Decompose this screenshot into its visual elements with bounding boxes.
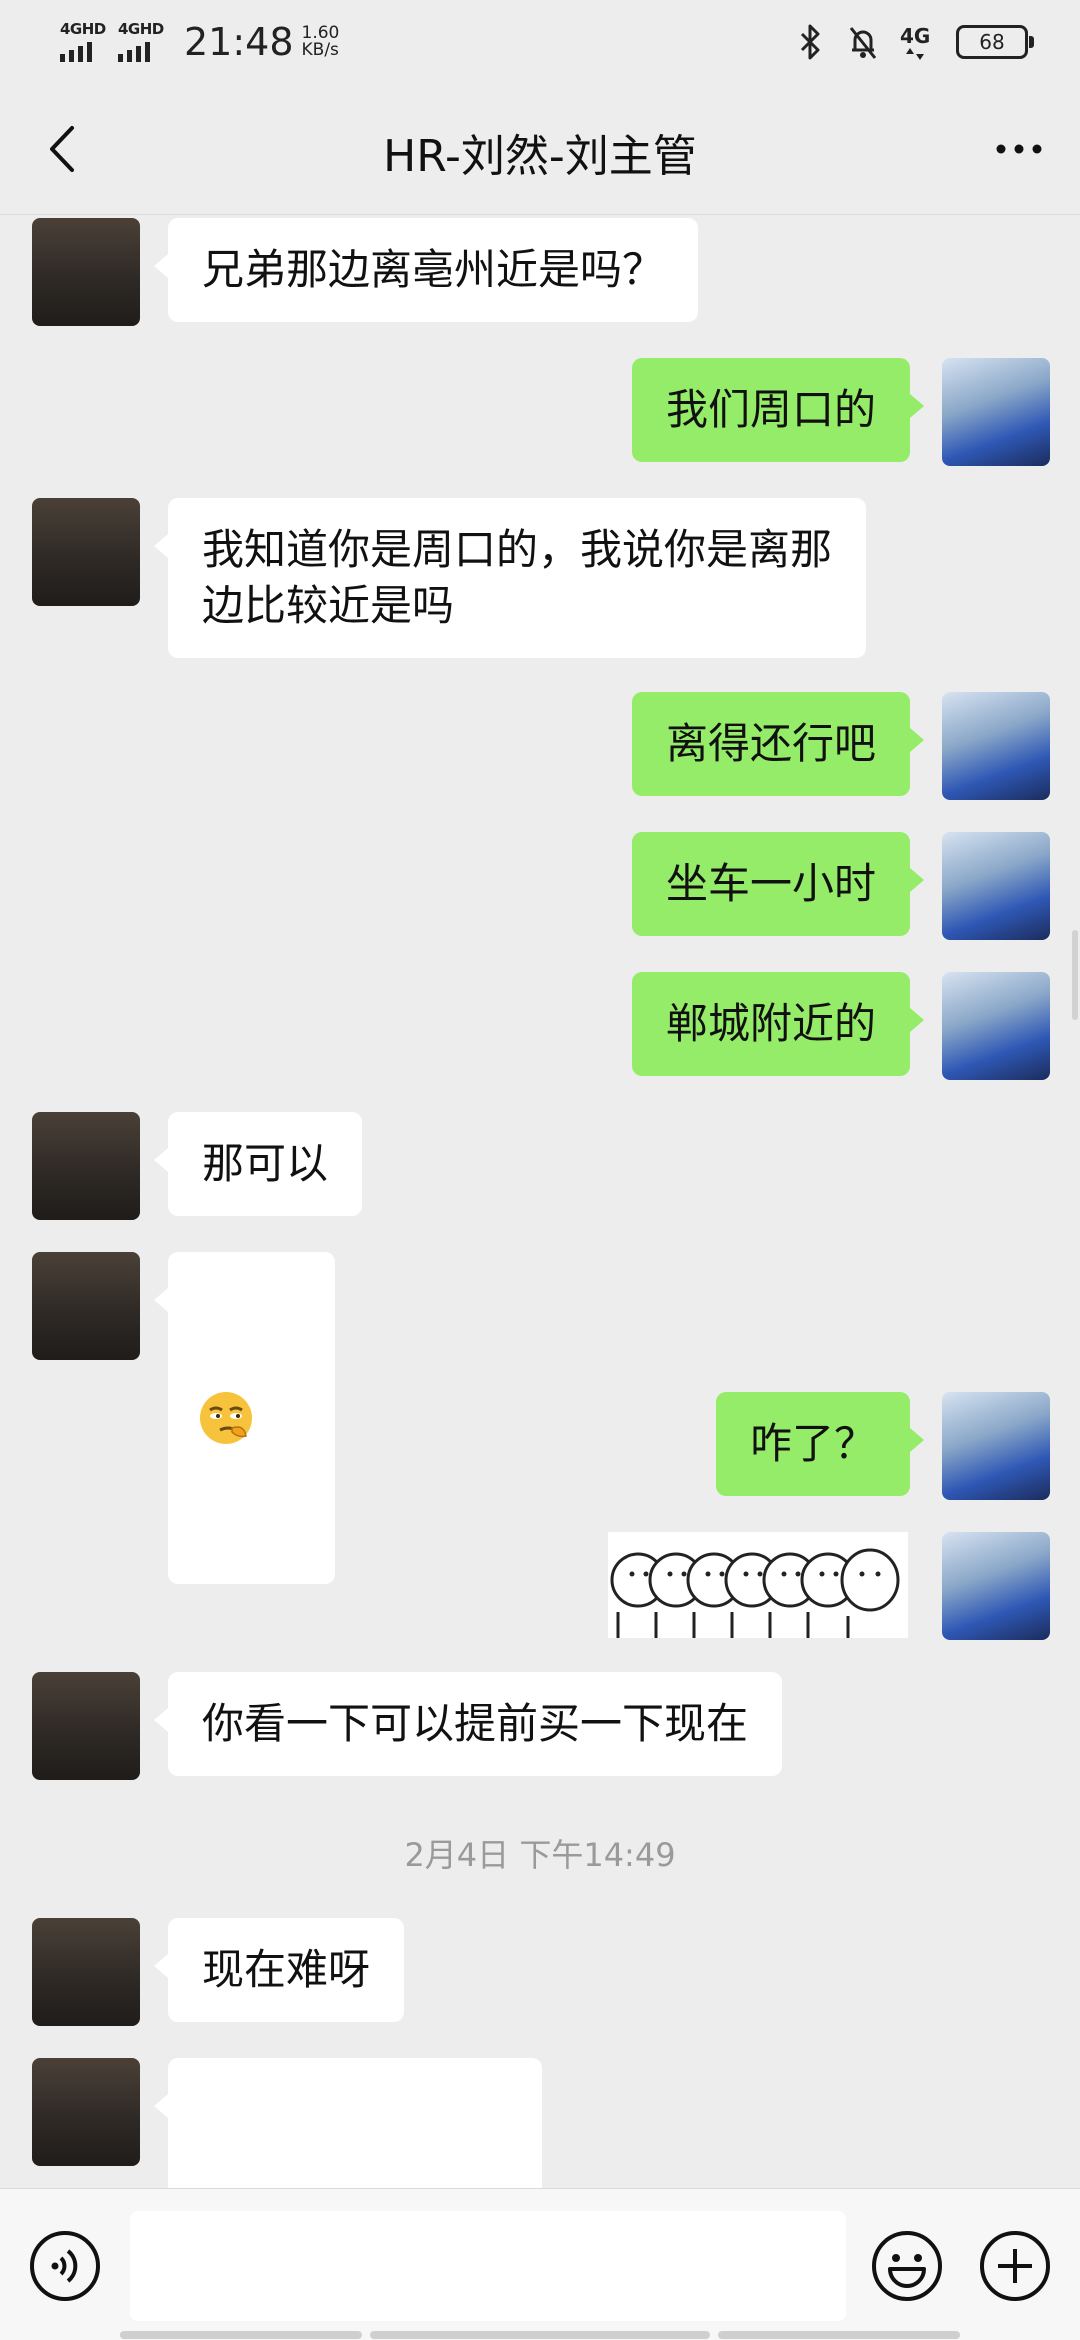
- message-bubble[interactable]: 离得还行吧: [631, 692, 925, 796]
- message-bubble[interactable]: 坐车一小时: [631, 832, 925, 936]
- signal-icon-2: 4GHD: [116, 20, 168, 64]
- more-options-icon[interactable]: [984, 114, 1054, 184]
- my-avatar[interactable]: [942, 972, 1050, 1080]
- speed-unit: KB/s: [301, 40, 339, 60]
- message-bubble[interactable]: 那可以: [153, 1112, 363, 1216]
- emoji-icon[interactable]: [870, 2229, 944, 2303]
- input-bar: [0, 2188, 1080, 2340]
- contact-avatar[interactable]: [32, 2058, 140, 2166]
- status-time: 21:48: [184, 20, 294, 64]
- home-indicator: [120, 2331, 960, 2339]
- contact-avatar[interactable]: [32, 218, 140, 326]
- message-input[interactable]: [130, 2211, 846, 2321]
- message-bubble[interactable]: 我们周口的: [631, 358, 925, 462]
- contact-avatar[interactable]: [32, 1252, 140, 1360]
- my-avatar[interactable]: [942, 1392, 1050, 1500]
- message-bubble[interactable]: 郸城附近的: [631, 972, 925, 1076]
- network-type-1: 4GHD: [60, 20, 106, 38]
- contact-avatar[interactable]: [32, 1672, 140, 1780]
- status-bar: 4GHD 4GHD 21:48 1.60 KB/s 4G 68: [0, 0, 1080, 84]
- plus-icon[interactable]: [978, 2229, 1052, 2303]
- message-bubble[interactable]: 咋了？: [715, 1392, 925, 1496]
- message-bubble[interactable]: 现在难呀: [153, 1918, 405, 2022]
- sticker-message[interactable]: [608, 1532, 908, 1638]
- message-bubble[interactable]: 兄弟那边离亳州近是吗？: [153, 218, 699, 322]
- chat-timestamp: 2月4日 下午14:49: [404, 1836, 676, 1874]
- smirk-face-emoji-icon: [200, 1392, 252, 1444]
- my-avatar[interactable]: [942, 832, 1050, 940]
- bluetooth-icon: [800, 24, 820, 60]
- my-avatar[interactable]: [942, 358, 1050, 466]
- network-speed: 1.60 KB/s: [302, 25, 340, 59]
- row-of-faces-sticker-icon: [610, 1548, 900, 1638]
- chat-title: HR-刘然-刘主管: [383, 131, 697, 182]
- mobile-data-label: 4G: [900, 24, 931, 48]
- chat-screen: 4GHD 4GHD 21:48 1.60 KB/s 4G 68 HR-刘然-刘主…: [0, 0, 1080, 2340]
- contact-avatar[interactable]: [32, 1918, 140, 2026]
- my-avatar[interactable]: [942, 1532, 1050, 1640]
- message-bubble[interactable]: 你看一下可以提前买一下现在: [153, 1672, 783, 1776]
- network-type-2: 4GHD: [118, 20, 164, 38]
- my-avatar[interactable]: [942, 692, 1050, 800]
- mobile-data-icon: 4G: [900, 24, 934, 60]
- scrollbar[interactable]: [1072, 930, 1078, 1020]
- message-bubble[interactable]: 我知道你是周口的，我说你是离那 边比较近是吗: [153, 498, 867, 658]
- voice-input-toggle-icon[interactable]: [28, 2229, 102, 2303]
- battery-level: 68: [979, 30, 1005, 54]
- chat-header: HR-刘然-刘主管: [0, 84, 1080, 215]
- emoji-message-bubble[interactable]: [154, 1252, 335, 1584]
- signal-icon: 4GHD: [58, 20, 110, 64]
- mute-bell-icon: [849, 27, 877, 59]
- battery-icon: 68: [956, 25, 1034, 59]
- contact-avatar[interactable]: [32, 1112, 140, 1220]
- contact-avatar[interactable]: [32, 498, 140, 606]
